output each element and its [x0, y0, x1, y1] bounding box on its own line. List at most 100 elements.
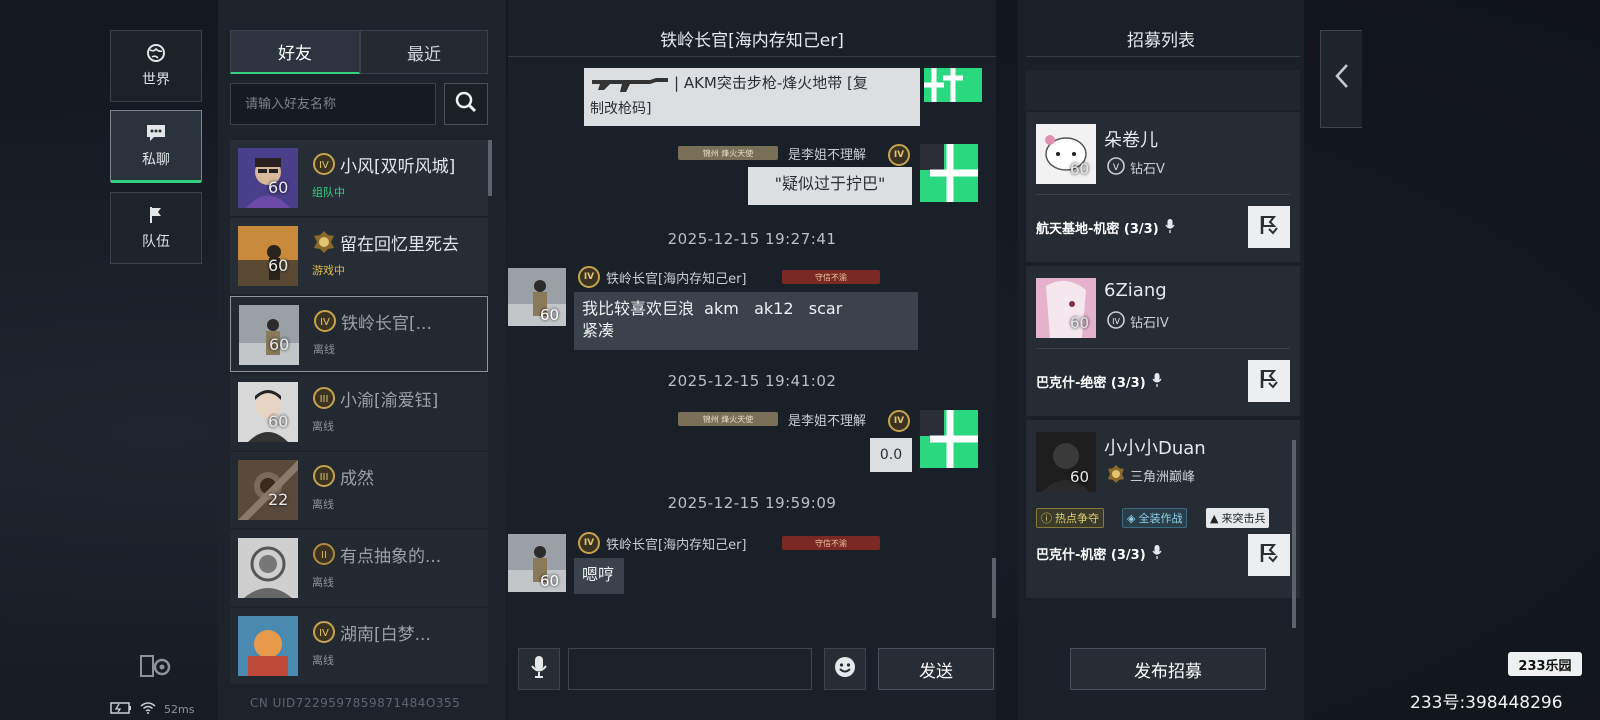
player-name: 朵卷儿	[1104, 130, 1158, 151]
ping-readout: 52ms	[164, 703, 195, 716]
friend-level: 60	[268, 256, 289, 275]
sender-avatar	[920, 144, 978, 202]
watermark-logo: 233乐园	[1508, 652, 1582, 676]
friend-status: 组队中	[312, 186, 345, 199]
friend-item[interactable]: 60 IV 小风[双听风城] 组队中	[230, 140, 488, 216]
microphone-icon	[1152, 544, 1162, 563]
voice-button[interactable]	[518, 648, 560, 690]
nav-team-label: 队伍	[142, 234, 170, 250]
sender-name: 铁岭长官[海内存知己er]	[606, 538, 747, 553]
chat-message-input[interactable]	[568, 648, 812, 690]
search-icon	[454, 90, 478, 118]
watermark-id: 233号:398448296	[1410, 693, 1563, 713]
tab-recent[interactable]: 最近	[360, 30, 488, 74]
friend-item[interactable]: II 有点抽象的... 离线	[230, 530, 488, 606]
message-line1: 我比较喜欢巨浪 akm ak12 scar	[582, 299, 843, 318]
friend-list-scrollbar[interactable]	[488, 140, 492, 196]
nav-world-button[interactable]: 世界	[110, 30, 202, 102]
avatar	[238, 538, 298, 598]
sender-level: 60	[540, 572, 560, 590]
svg-text:V: V	[1113, 163, 1120, 173]
player-rank: 钻石IV	[1130, 316, 1169, 331]
emoji-button[interactable]	[824, 648, 866, 690]
armor-icon: ◈	[1127, 511, 1136, 525]
sender-name: 铁岭长官[海内存知己er]	[606, 272, 747, 287]
settings-icon[interactable]	[140, 654, 172, 682]
friends-panel: 好友 最近 60 IV 小风[双听风城] 组队中 60	[218, 0, 506, 720]
rank-diamond-icon: IV	[312, 152, 336, 176]
svg-text:III: III	[320, 394, 329, 405]
match-mode-text: 巴克什-机密 (3/3)	[1036, 548, 1146, 563]
tag-assault: ▲ 来突击兵	[1206, 508, 1270, 528]
svg-text:IV: IV	[320, 317, 330, 328]
message-bubble: 嗯哼	[574, 558, 624, 594]
rank-gold-icon: III	[312, 386, 336, 410]
friend-item[interactable]: 22 III 成然 离线	[230, 452, 488, 528]
match-mode: 巴克什-绝密 (3/3)	[1036, 372, 1162, 391]
recruit-divider	[1026, 56, 1300, 57]
tag-label: 全装作战	[1138, 512, 1183, 525]
friend-search-input[interactable]	[230, 83, 436, 125]
player-level: 60	[1070, 160, 1090, 178]
player-rank: 三角洲巅峰	[1130, 470, 1196, 485]
message-line2: 紧凑	[582, 321, 615, 340]
message-bubble: "疑似过于拧巴"	[748, 167, 912, 205]
match-mode-text: 巴克什-绝密 (3/3)	[1036, 376, 1146, 391]
join-team-button[interactable]	[1248, 360, 1290, 402]
microphone-icon	[1165, 218, 1175, 237]
tag-label: 来突击兵	[1221, 512, 1266, 525]
friend-status: 离线	[312, 498, 334, 511]
rank-medal-icon: IV	[888, 410, 910, 432]
rifle-icon	[590, 72, 670, 100]
flag-join-icon	[1257, 541, 1281, 569]
message-bubble: 我比较喜欢巨浪 akm ak12 scar 紧凑	[574, 292, 918, 350]
chat-title: 铁岭长官[海内存知己er]	[660, 31, 844, 51]
publish-recruit-button[interactable]: 发布招募	[1070, 648, 1266, 690]
svg-text:IV: IV	[1112, 317, 1120, 326]
player-level: 60	[1070, 468, 1090, 486]
tag-hotspot: ⓘ 热点争夺	[1036, 508, 1104, 528]
search-button[interactable]	[444, 83, 488, 125]
recruit-card[interactable]: 60 6Ziang IV 钻石IV 巴克什-绝密 (3/3)	[1026, 266, 1300, 416]
chat-divider	[508, 56, 996, 57]
recruit-card[interactable]: 60 小小小Duan 三角洲巅峰 ⓘ 热点争夺 ◈ 全装作战 ▲ 来突击兵 巴克什-机…	[1026, 420, 1300, 598]
join-team-button[interactable]	[1248, 534, 1290, 576]
chat-timestamp: 2025-12-15 19:41:02	[667, 372, 837, 390]
friend-item-selected[interactable]: 60 IV 铁岭长官[... 离线	[230, 296, 488, 372]
svg-text:IV: IV	[319, 628, 329, 639]
rank-diamond-icon: IV	[313, 309, 337, 333]
microphone-icon	[1152, 372, 1162, 391]
smiley-icon	[833, 655, 857, 683]
chat-timestamp: 2025-12-15 19:27:41	[667, 230, 837, 248]
info-icon: ⓘ	[1041, 512, 1052, 525]
friend-name: 成然	[340, 469, 374, 489]
weapon-share-bubble[interactable]: | AKM突击步枪-烽火地带 [复 制改枪码]	[584, 68, 920, 126]
weapon-share-text-line1: | AKM突击步枪-烽火地带 [复	[674, 74, 868, 92]
avatar	[238, 616, 298, 676]
join-team-button[interactable]	[1248, 206, 1290, 248]
recruit-title: 招募列表	[1127, 31, 1195, 51]
friend-name: 留在回忆里死去	[340, 235, 459, 255]
rank-gold-icon: III	[312, 464, 336, 488]
friend-item[interactable]: IV 湖南[白梦... 离线	[230, 608, 488, 684]
nav-private-chat-button[interactable]: 私聊	[110, 110, 202, 183]
title-badge: 锦州 烽火天使	[678, 412, 778, 426]
chat-scrollbar[interactable]	[992, 558, 996, 618]
friend-item[interactable]: 60 留在回忆里死去 游戏中	[230, 218, 488, 294]
friend-name: 小风[双听风城]	[340, 157, 456, 177]
collapse-panel-button[interactable]	[1320, 30, 1362, 128]
friend-item[interactable]: 60 III 小渝[渝爱钰] 离线	[230, 374, 488, 450]
svg-text:II: II	[321, 550, 327, 561]
recruit-scrollbar[interactable]	[1292, 440, 1296, 628]
nav-team-button[interactable]: 队伍	[110, 192, 202, 264]
flag-join-icon	[1257, 367, 1281, 395]
send-button[interactable]: 发送	[878, 648, 994, 690]
player-level: 60	[1070, 314, 1090, 332]
tab-friends[interactable]: 好友	[230, 30, 360, 74]
microphone-icon	[530, 655, 548, 683]
nav-world-label: 世界	[142, 72, 170, 88]
title-badge: 守信不渝	[782, 536, 880, 550]
recruit-card[interactable]: 60 朵卷儿 V 钻石V 航天基地-机密 (3/3)	[1026, 112, 1300, 262]
globe-icon	[145, 43, 167, 63]
friend-status: 离线	[312, 654, 334, 667]
